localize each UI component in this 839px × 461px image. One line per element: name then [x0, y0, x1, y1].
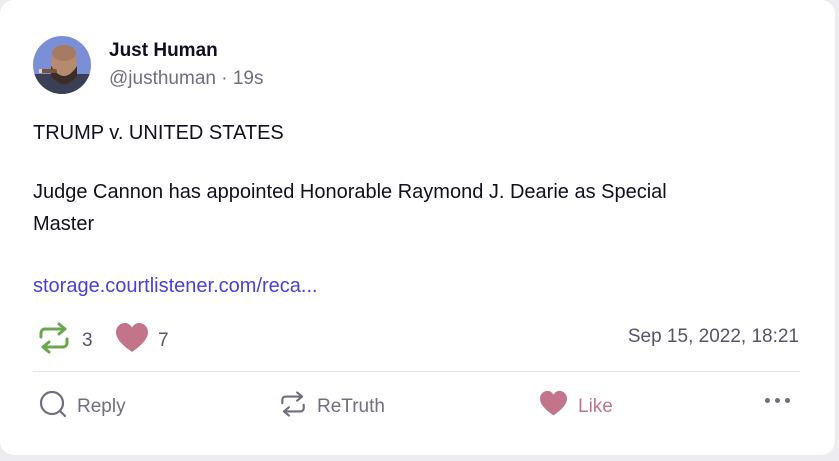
- like-count: 7: [158, 329, 169, 351]
- like-button[interactable]: Like: [539, 390, 613, 423]
- display-name[interactable]: Just Human: [109, 40, 218, 62]
- heart-icon: [539, 390, 568, 423]
- reply-button[interactable]: Reply: [39, 390, 126, 424]
- more-dot: [775, 398, 780, 403]
- like-label: Like: [578, 395, 613, 417]
- retruth-stat[interactable]: 3: [37, 322, 93, 359]
- handle[interactable]: @justhuman: [109, 68, 216, 89]
- avatar[interactable]: [33, 36, 91, 94]
- more-icon[interactable]: [765, 398, 790, 403]
- retruth-label: ReTruth: [317, 396, 385, 417]
- retruth-icon: [37, 322, 71, 359]
- post-text-line-1: TRUMP v. UNITED STATES: [33, 122, 284, 144]
- post-text-line-3: Master: [33, 213, 95, 235]
- like-stat[interactable]: 7: [115, 322, 169, 359]
- handle-line: @justhuman · 19s: [109, 68, 263, 90]
- post-card: Just Human @justhuman · 19s TRUMP v. UNI…: [0, 0, 835, 455]
- retruth-button[interactable]: ReTruth: [279, 390, 385, 424]
- divider: [33, 371, 800, 372]
- more-dot: [785, 398, 790, 403]
- reply-icon: [39, 390, 67, 424]
- retruth-count: 3: [82, 329, 93, 351]
- retruth-icon: [279, 390, 307, 424]
- post-age: 19s: [232, 68, 264, 89]
- post-timestamp[interactable]: Sep 15, 2022, 18:21: [628, 326, 799, 348]
- separator: ·: [221, 68, 228, 89]
- post-text-line-2: Judge Cannon has appointed Honorable Ray…: [33, 181, 667, 203]
- reply-label: Reply: [77, 396, 126, 417]
- more-dot: [765, 398, 770, 403]
- heart-icon: [115, 322, 149, 359]
- post-link[interactable]: storage.courtlistener.com/reca...: [33, 270, 318, 302]
